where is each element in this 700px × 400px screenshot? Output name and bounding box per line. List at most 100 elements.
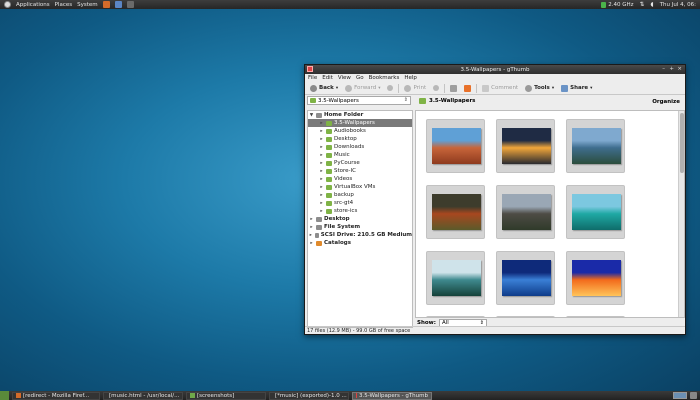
tree-node-label: SCSI Drive: 210.5 GB Medium (320, 232, 412, 238)
menu-help[interactable]: Help (404, 75, 417, 81)
folder-icon (326, 184, 332, 190)
forward-button[interactable]: Forward ▾ (343, 84, 382, 92)
expander-closed-icon[interactable]: ▸ (309, 233, 313, 238)
folder-icon (190, 393, 195, 398)
thumbnail-boat-turquoise-sea[interactable] (566, 185, 625, 239)
thumbnail-grid (415, 110, 685, 318)
import-button[interactable] (448, 84, 459, 92)
thumbnail-mountain-lake[interactable] (566, 119, 625, 173)
expander-closed-icon[interactable]: ▸ (309, 217, 314, 222)
tree-node[interactable]: ▸ File System (308, 223, 412, 231)
expander-closed-icon[interactable]: ▸ (319, 121, 324, 126)
expander-closed-icon[interactable]: ▸ (319, 137, 324, 142)
menu-bookmarks[interactable]: Bookmarks (369, 75, 400, 81)
cpu-freq-applet[interactable]: 2.40 GHz (601, 1, 633, 8)
tree-node[interactable]: ▸ Music (308, 151, 412, 159)
stop-button[interactable] (385, 85, 395, 91)
tree-node-label: File System (324, 224, 361, 230)
tree-node[interactable]: ▸ SCSI Drive: 210.5 GB Medium (308, 231, 412, 239)
thumbnail-blue-abstract-waves[interactable] (496, 251, 555, 305)
tree-node[interactable]: ▸ Desktop (308, 135, 412, 143)
tools-gear-icon (525, 84, 533, 92)
tree-node[interactable]: ▸ Downloads (308, 143, 412, 151)
scrollbar-thumb[interactable] (680, 113, 684, 173)
thumbnail-park-bench-autumn[interactable] (426, 185, 485, 239)
minimize-icon[interactable]: – (662, 66, 665, 72)
thumbnail-orange-horizon[interactable] (566, 251, 625, 305)
tree-node-label: Home Folder (324, 112, 364, 118)
launcher-firefox-icon[interactable] (102, 1, 110, 8)
tools-button[interactable]: Tools ▾ (523, 84, 556, 92)
slideshow-icon (464, 84, 472, 92)
expander-closed-icon[interactable]: ▸ (309, 241, 314, 246)
tree-node[interactable]: ▸ VirtualBox VMs (308, 183, 412, 191)
tree-node[interactable]: ▸ src-gt4 (308, 199, 412, 207)
network-icon[interactable]: ⇅ (639, 1, 644, 8)
task-music-html[interactable]: [music.html - /usr/local/... (103, 391, 183, 400)
expander-closed-icon[interactable]: ▸ (319, 169, 324, 174)
expander-closed-icon[interactable]: ▸ (319, 177, 324, 182)
menu-view[interactable]: View (338, 75, 351, 81)
close-icon[interactable]: × (677, 66, 682, 72)
system-menu[interactable]: System (77, 2, 98, 8)
folder-icon (326, 192, 332, 198)
tree-node[interactable]: ▸ PyCourse (308, 159, 412, 167)
share-button[interactable]: Share ▾ (559, 84, 594, 92)
folder-icon (326, 160, 332, 166)
os-logo-icon[interactable] (4, 1, 11, 8)
comment-button[interactable]: Comment (480, 84, 520, 92)
clock[interactable]: Thu Jul 4, 06: (660, 2, 696, 8)
thumbnail-sunset-over-water[interactable] (496, 119, 555, 173)
thumbnail-red-rock-canyon[interactable] (426, 119, 485, 173)
menu-file[interactable]: File (308, 75, 317, 81)
tree-node[interactable]: ▸ Catalogs (308, 239, 412, 247)
tree-node[interactable]: ▸ Videos (308, 175, 412, 183)
expander-closed-icon[interactable]: ▸ (319, 209, 324, 214)
workspace-switcher[interactable] (673, 392, 687, 399)
task-screenshots[interactable]: [screenshots] (186, 391, 266, 400)
expander-closed-icon[interactable]: ▸ (309, 225, 314, 230)
expander-closed-icon[interactable]: ▸ (319, 161, 324, 166)
tree-node[interactable]: ▸ Audiobooks (308, 127, 412, 135)
thumbnail-green-valley[interactable] (426, 251, 485, 305)
menu-edit[interactable]: Edit (322, 75, 333, 81)
show-desktop-icon[interactable] (0, 391, 9, 400)
back-button[interactable]: Back ▾ (308, 84, 340, 92)
tree-node[interactable]: ▼ Home Folder (308, 111, 412, 119)
tree-node[interactable]: ▸ 3.5-Wallpapers (308, 119, 412, 127)
volume-icon[interactable]: ◖ (651, 1, 654, 8)
task-inkscape[interactable]: [*music] (exported)-1.0 ... (269, 391, 349, 400)
launcher-files-icon[interactable] (114, 1, 122, 8)
slideshow-button[interactable] (462, 84, 473, 92)
expander-closed-icon[interactable]: ▸ (319, 185, 324, 190)
tree-node-label: Desktop (324, 216, 350, 222)
expander-closed-icon[interactable]: ▸ (319, 145, 324, 150)
thumbnail-boardwalk-path[interactable] (496, 185, 555, 239)
location-combo[interactable]: 3.5-Wallpapers ⇕ (307, 96, 411, 105)
expander-open-icon[interactable]: ▼ (309, 113, 314, 118)
vertical-scrollbar[interactable] (678, 111, 684, 317)
organize-button[interactable]: Organize (652, 99, 680, 105)
expander-closed-icon[interactable]: ▸ (319, 201, 324, 206)
tree-node[interactable]: ▸ Store-IC (308, 167, 412, 175)
maximize-icon[interactable]: + (669, 66, 674, 72)
tree-node[interactable]: ▸ store-ics (308, 207, 412, 215)
expander-closed-icon[interactable]: ▸ (319, 153, 324, 158)
expander-closed-icon[interactable]: ▸ (319, 129, 324, 134)
places-menu[interactable]: Places (55, 2, 73, 8)
panel-tray: 2.40 GHz ⇅ ◖ Thu Jul 4, 06: (601, 0, 696, 9)
task-gthumb[interactable]: 3.5-Wallpapers - gThumb (352, 391, 432, 400)
window-titlebar[interactable]: 3.5-Wallpapers - gThumb – + × (305, 65, 685, 74)
tree-node[interactable]: ▸ Desktop (308, 215, 412, 223)
applications-menu[interactable]: Applications (16, 2, 50, 8)
zoom-button[interactable] (431, 85, 441, 91)
tree-node[interactable]: ▸ backup (308, 191, 412, 199)
trash-icon[interactable] (690, 392, 697, 399)
gthumb-app-icon[interactable] (307, 66, 313, 72)
menu-go[interactable]: Go (356, 75, 364, 81)
task-firefox[interactable]: [redirect - Mozilla Firef... (12, 391, 100, 400)
expander-closed-icon[interactable]: ▸ (319, 193, 324, 198)
tree-node-label: Videos (334, 176, 353, 182)
launcher-terminal-icon[interactable] (126, 1, 134, 8)
print-button[interactable]: Print (402, 84, 428, 92)
